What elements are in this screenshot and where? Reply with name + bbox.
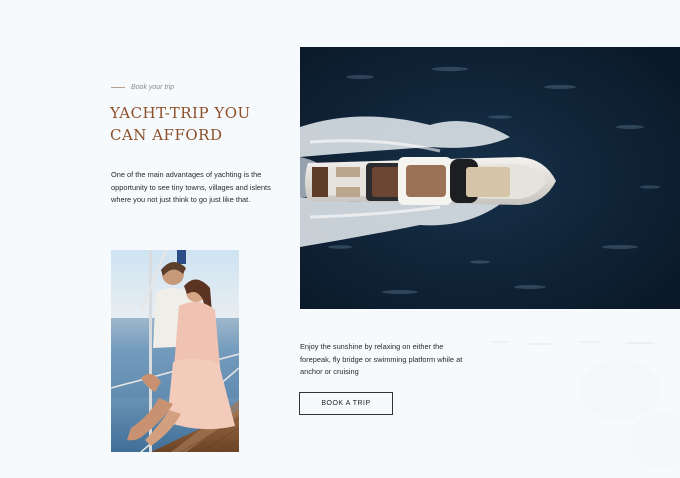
section-title: YACHT-TRIP YOU CAN AFFORD [110, 102, 260, 146]
couple-photo [111, 250, 239, 452]
title-line-1: YACHT-TRIP YOU [110, 104, 251, 122]
eyebrow: Book your trip [111, 84, 174, 91]
book-a-trip-button[interactable]: BOOK A TRIP [299, 392, 393, 415]
yacht-aerial-photo [300, 47, 680, 309]
water-texture-image [470, 330, 680, 473]
description-paragraph: Enjoy the sunshine by relaxing on either… [300, 342, 463, 377]
eyebrow-rule [111, 87, 125, 88]
intro-paragraph: One of the main advantages of yachting i… [111, 170, 271, 205]
eyebrow-text: Book your trip [131, 84, 175, 91]
title-line-2: CAN AFFORD [110, 126, 223, 144]
